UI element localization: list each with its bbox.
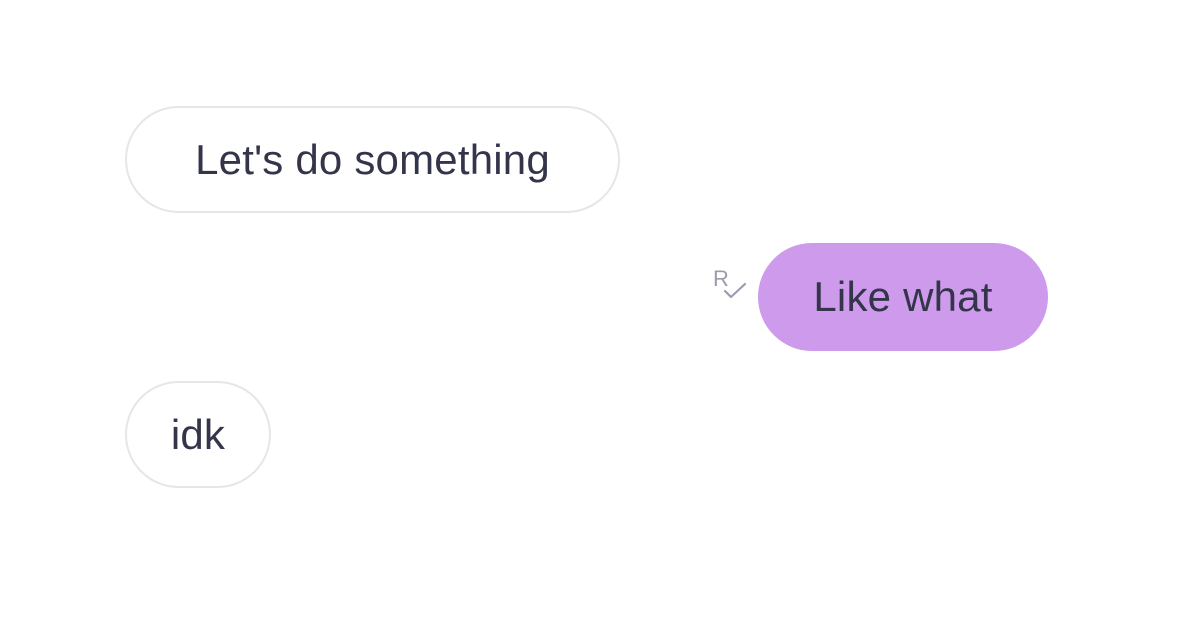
- incoming-message-bubble[interactable]: Let's do something: [125, 106, 620, 213]
- message-text: idk: [170, 410, 226, 458]
- chat-conversation: Let's do something R Like what idk: [0, 0, 1200, 624]
- incoming-message-bubble[interactable]: idk: [125, 381, 271, 488]
- message-text: Let's do something: [195, 135, 550, 183]
- read-receipt-icon: R: [710, 266, 750, 306]
- checkmark-icon: [723, 282, 747, 299]
- message-text: Like what: [813, 273, 993, 320]
- outgoing-message-bubble[interactable]: Like what: [758, 243, 1048, 351]
